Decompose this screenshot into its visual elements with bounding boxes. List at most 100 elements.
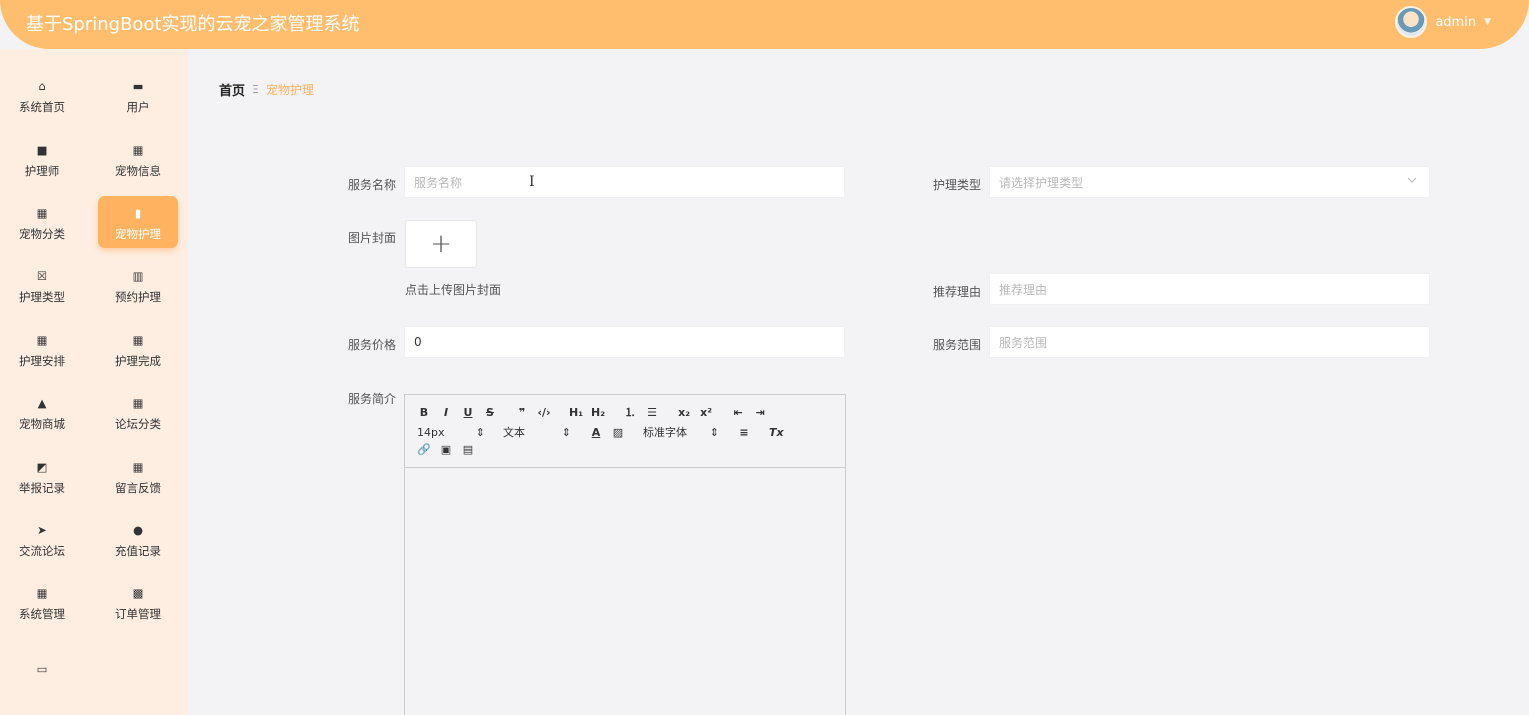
ordered-list-icon[interactable]: ⒈ [623,404,637,420]
service-scope-input[interactable]: 服务范围 [989,326,1430,358]
grid-icon: ▦ [36,205,48,220]
sidebar-item-16[interactable]: ● 充值记录 [98,513,178,565]
user-menu[interactable]: admin ▼ [1395,6,1491,38]
text-cursor-icon: I [529,174,535,190]
quote-icon[interactable]: ❞ [515,406,529,419]
background-color-icon[interactable]: ▨ [611,426,625,439]
sidebar-item-9[interactable]: ▦ 护理安排 [2,323,82,375]
rich-text-editor: B I U S ❞ ‹/› H₁ H₂ ⒈ ☰ x₂ x² ⇤ ⇥ 14px ⇕ 文本 ⇕ A ▨ 标准字… [404,394,846,715]
sidebar-item-12[interactable]: ▦ 论坛分类 [98,386,178,438]
link-icon[interactable]: 🔗 [417,443,431,456]
indent-icon[interactable]: ⇥ [753,406,767,419]
breadcrumb: 首页 Ξ 宠物护理 [219,80,314,99]
recommend-reason-placeholder: 推荐理由 [999,282,1048,297]
underline-icon[interactable]: U [461,406,475,419]
caret-down-icon[interactable]: ▼ [1484,17,1491,27]
sidebar-item-15[interactable]: ➤ 交流论坛 [2,513,82,565]
service-scope-placeholder: 服务范围 [999,335,1048,350]
sidebar-item-10[interactable]: ▦ 护理完成 [98,323,178,375]
recommend-reason-input[interactable]: 推荐理由 [989,273,1430,305]
align-icon[interactable]: ≡ [737,426,751,439]
user-stamp-icon: ▲ [37,395,47,410]
paper-plane-icon: ➤ [37,522,47,537]
image-icon[interactable]: ▣ [439,443,453,456]
grid-icon: ▦ [36,332,48,347]
main-content: 首页 Ξ 宠物护理 服务名称 服务名称 I 护理类型 请选择护理类型 图片封面 … [188,49,1529,715]
sidebar-item-label: 留言反馈 [115,480,161,495]
sidebar-item-13[interactable]: ◩ 举报记录 [2,450,82,502]
outdent-icon[interactable]: ⇤ [731,406,745,419]
sidebar-item-label: 订单管理 [115,606,161,621]
font-size-select[interactable]: 14px ⇕ [417,426,485,439]
sidebar-item-4[interactable]: ▦ 宠物信息 [98,133,178,185]
sidebar-item-label: 护理完成 [115,353,161,368]
sidebar-item-label: 宠物商城 [19,416,65,431]
chevron-down-icon [1407,175,1417,188]
grid-icon: ▦ [132,142,144,157]
video-icon[interactable]: ▤ [461,443,475,456]
grid-icon: ▦ [132,395,144,410]
sidebar: ⌂ 系统首页 ▬ 用户 ■ 护理师 ▦ 宠物信息 ▦ 宠物分类 ▮ 宠物护理 ☒ 护理类型 ▥ 预约护理 ▦ 护理… [0,49,188,715]
breadcrumb-current: 宠物护理 [265,83,314,97]
service-price-input[interactable]: 0 [404,326,845,358]
editor-body[interactable] [405,468,845,715]
select-caret-icon: ⇕ [709,425,719,439]
block-type-select[interactable]: 文本 ⇕ [503,424,571,440]
wallet-icon: ▭ [36,661,48,676]
select-caret-icon: ⇕ [561,425,571,439]
user-icon: ● [132,522,144,537]
care-type-select[interactable]: 请选择护理类型 [989,166,1430,198]
superscript-icon[interactable]: x² [699,406,713,419]
block-type-value: 文本 [503,426,525,439]
home-icon: ⌂ [38,78,46,93]
service-intro-label: 服务简介 [348,392,397,406]
service-name-placeholder: 服务名称 [414,175,463,190]
sidebar-item-18[interactable]: ▩ 订单管理 [98,576,178,628]
toolbar-row-format: B I U S ❞ ‹/› H₁ H₂ ⒈ ☰ x₂ x² ⇤ ⇥ [417,404,775,420]
sidebar-item-label: 预约护理 [115,289,161,304]
grid-icon: ▦ [132,332,144,347]
service-scope-label: 服务范围 [933,338,982,352]
sidebar-item-label: 宠物分类 [19,226,65,241]
font-size-value: 14px [417,425,445,439]
cover-upload-button[interactable]: + [405,220,477,268]
sidebar-item-7[interactable]: ☒ 护理类型 [2,259,82,311]
heading1-icon[interactable]: H₁ [569,406,583,419]
subscript-icon[interactable]: x₂ [677,406,691,419]
line-chart-icon: ◩ [36,459,48,474]
font-family-value: 标准字体 [643,426,687,439]
sidebar-item-8[interactable]: ▥ 预约护理 [98,259,178,311]
sidebar-item-6[interactable]: ▮ 宠物护理 [98,196,178,248]
heading2-icon[interactable]: H₂ [591,406,605,419]
italic-icon[interactable]: I [439,406,453,419]
avatar[interactable] [1395,6,1428,38]
recommend-reason-label: 推荐理由 [933,285,982,299]
sidebar-item-17[interactable]: ▦ 系统管理 [2,576,82,628]
username[interactable]: admin [1435,15,1476,30]
breadcrumb-home[interactable]: 首页 [219,80,245,99]
grid-9-icon: ▩ [132,585,144,600]
cover-image-label: 图片封面 [348,231,397,245]
service-name-input[interactable]: 服务名称 I [404,166,845,198]
code-icon[interactable]: ‹/› [537,406,551,419]
grid-icon: ▦ [36,585,48,600]
monitor-icon: ▬ [132,78,144,93]
bold-icon[interactable]: B [417,406,431,419]
book-icon: ▮ [134,205,142,220]
sidebar-item-label: 论坛分类 [115,416,161,431]
clear-format-icon[interactable]: Tx [769,426,784,439]
sidebar-item-14[interactable]: ▦ 留言反馈 [98,450,178,502]
select-caret-icon: ⇕ [475,425,485,439]
sidebar-item-1[interactable]: ⌂ 系统首页 [2,69,82,121]
strikethrough-icon[interactable]: S [483,406,497,419]
sidebar-item-11[interactable]: ▲ 宠物商城 [2,386,82,438]
sidebar-item-19[interactable]: ▭ [2,644,82,696]
editor-toolbar: B I U S ❞ ‹/› H₁ H₂ ⒈ ☰ x₂ x² ⇤ ⇥ 14px ⇕ 文本 ⇕ A ▨ 标准字… [405,395,845,468]
font-family-select[interactable]: 标准字体 ⇕ [643,424,719,440]
sidebar-item-2[interactable]: ▬ 用户 [98,69,178,121]
sidebar-item-3[interactable]: ■ 护理师 [2,133,82,185]
sidebar-item-5[interactable]: ▦ 宠物分类 [2,196,82,248]
bullet-list-icon[interactable]: ☰ [645,406,659,419]
sidebar-item-label: 宠物信息 [115,163,161,178]
text-color-icon[interactable]: A [589,426,603,439]
